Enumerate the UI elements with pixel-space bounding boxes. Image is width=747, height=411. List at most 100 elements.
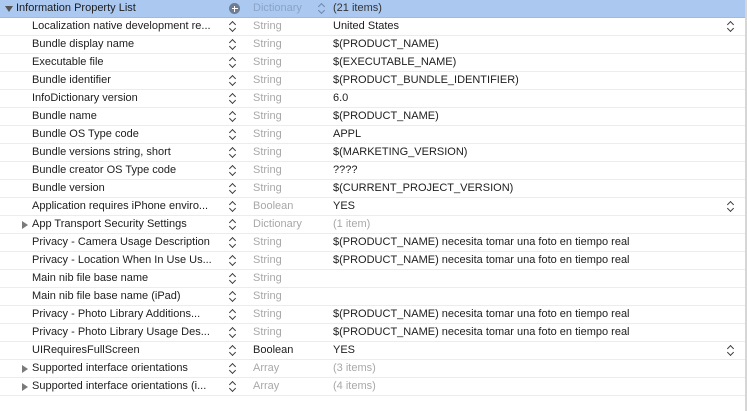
plist-row[interactable]: Privacy - Camera Usage Description String…: [0, 234, 747, 252]
key-stepper-icon[interactable]: [229, 308, 237, 321]
row-key[interactable]: Bundle versions string, short: [32, 144, 224, 161]
row-type[interactable]: String: [253, 306, 315, 323]
row-key[interactable]: Privacy - Photo Library Usage Des...: [32, 324, 224, 341]
plist-row[interactable]: Main nib file base name String: [0, 270, 747, 288]
row-key[interactable]: Bundle identifier: [32, 72, 224, 89]
row-type[interactable]: String: [253, 18, 315, 35]
row-key[interactable]: Bundle display name: [32, 36, 224, 53]
row-value[interactable]: $(PRODUCT_NAME): [333, 108, 723, 125]
key-stepper-icon[interactable]: [229, 254, 237, 267]
row-key[interactable]: Bundle OS Type code: [32, 126, 224, 143]
plist-row[interactable]: Bundle name String $(PRODUCT_NAME): [0, 108, 747, 126]
plist-row[interactable]: UIRequiresFullScreen Boolean YES: [0, 342, 747, 360]
disclosure-closed-icon[interactable]: [22, 221, 28, 229]
key-stepper-icon[interactable]: [229, 128, 237, 141]
row-value[interactable]: $(PRODUCT_NAME) necesita tomar una foto …: [333, 306, 723, 323]
row-value[interactable]: YES: [333, 342, 723, 359]
row-key[interactable]: Main nib file base name: [32, 270, 224, 287]
row-type[interactable]: Boolean: [253, 342, 315, 359]
row-key[interactable]: Main nib file base name (iPad): [32, 288, 224, 305]
row-value[interactable]: [333, 270, 723, 287]
row-type[interactable]: String: [253, 234, 315, 251]
row-value[interactable]: $(PRODUCT_NAME) necesita tomar una foto …: [333, 324, 723, 341]
key-stepper-icon[interactable]: [229, 272, 237, 285]
row-value[interactable]: $(CURRENT_PROJECT_VERSION): [333, 180, 723, 197]
row-type[interactable]: String: [253, 162, 315, 179]
header-key[interactable]: Information Property List: [16, 0, 226, 17]
row-type[interactable]: String: [253, 252, 315, 269]
row-value[interactable]: $(PRODUCT_BUNDLE_IDENTIFIER): [333, 72, 723, 89]
row-value[interactable]: 6.0: [333, 90, 723, 107]
row-key[interactable]: Privacy - Location When In Use Us...: [32, 252, 224, 269]
row-type[interactable]: String: [253, 36, 315, 53]
plist-row[interactable]: Privacy - Photo Library Usage Des... Stri…: [0, 324, 747, 342]
header-row-information-property-list[interactable]: Information Property List Dictionary (21…: [0, 0, 747, 18]
row-value[interactable]: YES: [333, 198, 723, 215]
key-stepper-icon[interactable]: [229, 74, 237, 87]
row-type[interactable]: String: [253, 324, 315, 341]
plist-row[interactable]: InfoDictionary version String 6.0: [0, 90, 747, 108]
disclosure-closed-icon[interactable]: [22, 365, 28, 373]
value-popup-stepper-icon[interactable]: [727, 20, 735, 33]
row-type[interactable]: Array: [253, 360, 315, 377]
row-value[interactable]: $(PRODUCT_NAME) necesita tomar una foto …: [333, 234, 723, 251]
row-value[interactable]: APPL: [333, 126, 723, 143]
key-stepper-icon[interactable]: [229, 92, 237, 105]
row-type[interactable]: String: [253, 288, 315, 305]
row-key[interactable]: Bundle version: [32, 180, 224, 197]
row-type[interactable]: String: [253, 180, 315, 197]
plist-row[interactable]: App Transport Security Settings Dictionar…: [0, 216, 747, 234]
key-stepper-icon[interactable]: [229, 326, 237, 339]
value-popup-stepper-icon[interactable]: [727, 200, 735, 213]
row-value[interactable]: [333, 288, 723, 305]
key-stepper-icon[interactable]: [229, 182, 237, 195]
row-value[interactable]: ????: [333, 162, 723, 179]
row-key[interactable]: Executable file: [32, 54, 224, 71]
key-stepper-icon[interactable]: [229, 362, 237, 375]
value-popup-stepper-icon[interactable]: [727, 344, 735, 357]
row-type[interactable]: String: [253, 144, 315, 161]
disclosure-closed-icon[interactable]: [22, 383, 28, 391]
row-key[interactable]: Application requires iPhone enviro...: [32, 198, 224, 215]
key-stepper-icon[interactable]: [229, 110, 237, 123]
row-value[interactable]: $(EXECUTABLE_NAME): [333, 54, 723, 71]
plist-row[interactable]: Executable file String $(EXECUTABLE_NAME): [0, 54, 747, 72]
row-type[interactable]: String: [253, 270, 315, 287]
row-type[interactable]: String: [253, 54, 315, 71]
row-type[interactable]: Boolean: [253, 198, 315, 215]
key-stepper-icon[interactable]: [229, 200, 237, 213]
row-type[interactable]: Dictionary: [253, 216, 315, 233]
row-key[interactable]: Privacy - Photo Library Additions...: [32, 306, 224, 323]
row-key[interactable]: Localization native development re...: [32, 18, 224, 35]
row-key[interactable]: Bundle creator OS Type code: [32, 162, 224, 179]
key-stepper-icon[interactable]: [229, 38, 237, 51]
plist-row[interactable]: Main nib file base name (iPad) String: [0, 288, 747, 306]
plist-row[interactable]: Bundle identifier String $(PRODUCT_BUNDLE_…: [0, 72, 747, 90]
row-value[interactable]: $(PRODUCT_NAME): [333, 36, 723, 53]
plist-row[interactable]: Bundle creator OS Type code String????: [0, 162, 747, 180]
plist-row[interactable]: Privacy - Photo Library Additions... Stri…: [0, 306, 747, 324]
key-stepper-icon[interactable]: [229, 56, 237, 69]
row-type[interactable]: Array: [253, 378, 315, 395]
key-stepper-icon[interactable]: [229, 344, 237, 357]
plist-row[interactable]: Supported interface orientations Array (3 …: [0, 360, 747, 378]
plist-row[interactable]: Bundle versions string, short String $(MAR…: [0, 144, 747, 162]
header-type[interactable]: Dictionary: [253, 0, 315, 17]
key-stepper-icon[interactable]: [229, 146, 237, 159]
plist-row[interactable]: Supported interface orientations (i... Ar…: [0, 378, 747, 396]
key-stepper-icon[interactable]: [229, 20, 237, 33]
plist-row[interactable]: Bundle OS Type code String APPL: [0, 126, 747, 144]
row-key[interactable]: Supported interface orientations: [32, 360, 224, 377]
row-key[interactable]: Bundle name: [32, 108, 224, 125]
key-stepper-icon[interactable]: [229, 236, 237, 249]
row-value[interactable]: $(PRODUCT_NAME) necesita tomar una foto …: [333, 252, 723, 269]
row-type[interactable]: String: [253, 126, 315, 143]
plist-row[interactable]: Bundle display name String $(PRODUCT_NAME): [0, 36, 747, 54]
key-stepper-icon[interactable]: [229, 290, 237, 303]
plist-row[interactable]: Localization native development re... Str…: [0, 18, 747, 36]
row-key[interactable]: Privacy - Camera Usage Description: [32, 234, 224, 251]
plist-row[interactable]: Privacy - Location When In Use Us... Stri…: [0, 252, 747, 270]
row-value[interactable]: $(MARKETING_VERSION): [333, 144, 723, 161]
row-key[interactable]: UIRequiresFullScreen: [32, 342, 224, 359]
row-key[interactable]: Supported interface orientations (i...: [32, 378, 224, 395]
